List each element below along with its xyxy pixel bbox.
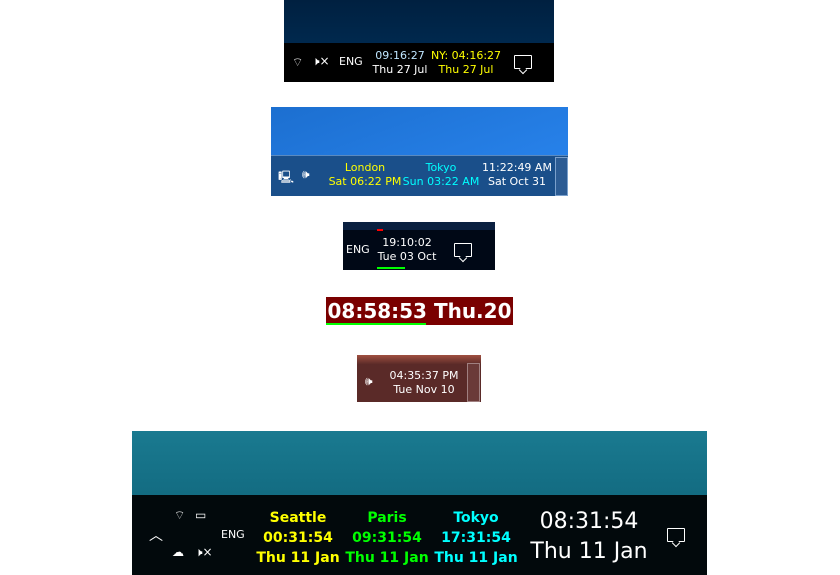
local-clock[interactable]: 08:31:54 Thu 11 Jan xyxy=(524,507,654,567)
ny-clock[interactable]: NY: 04:16:27 Thu 27 Jul xyxy=(430,49,502,77)
time: 09:31:54 xyxy=(352,530,422,546)
taskbar: ︿ ⌔ ▭ ☁ 🕨× ENG Seattle 00:31:54 Thu 11 J… xyxy=(132,495,707,575)
clock-preview-4: 08:58:53 Thu.20 xyxy=(326,297,513,325)
taskbar-preview-1: ⌔ 🕨× ENG 09:16:27 Thu 27 Jul NY: 04:16:2… xyxy=(284,0,554,82)
label: Tokyo xyxy=(425,161,457,174)
time: 09:16:27 xyxy=(375,49,425,62)
onedrive-cloud-icon[interactable]: ☁ xyxy=(172,545,184,559)
language-indicator[interactable]: ENG xyxy=(339,55,363,68)
clock-paris[interactable]: Paris 09:31:54 Thu 11 Jan xyxy=(339,508,435,568)
time: NY: 04:16:27 xyxy=(430,49,502,62)
clock[interactable]: 04:35:37 PM Tue Nov 10 xyxy=(387,369,461,397)
date: Thu 11 Jan xyxy=(434,550,518,566)
city: Seattle xyxy=(269,510,327,526)
time: 00:31:54 xyxy=(263,530,333,546)
date: Tue 03 Oct xyxy=(377,250,437,263)
local-clock[interactable]: 11:22:49 AM Sat Oct 31 xyxy=(479,161,555,189)
date: Thu 27 Jul xyxy=(372,63,428,76)
notification-icon[interactable] xyxy=(667,528,685,542)
taskbar: ⌔ 🕨× ENG 09:16:27 Thu 27 Jul NY: 04:16:2… xyxy=(284,43,554,82)
notification-icon[interactable] xyxy=(454,243,472,257)
london-clock[interactable]: London Sat 06:22 PM xyxy=(325,161,405,189)
date: Thu 11 Jan xyxy=(345,550,429,566)
volume-icon[interactable]: 🕪 xyxy=(302,167,310,182)
clock-seattle[interactable]: Seattle 00:31:54 Thu 11 Jan xyxy=(250,508,346,568)
taskbar-preview-3: ENG 19:10:02 Tue 03 Oct xyxy=(343,222,495,270)
volume-icon[interactable]: 🕪 xyxy=(365,374,373,389)
date: Tue Nov 10 xyxy=(393,383,455,396)
taskbar-preview-5: 🕪 04:35:37 PM Tue Nov 10 xyxy=(357,355,481,402)
window-strip xyxy=(343,222,495,230)
indicator-bar xyxy=(377,229,383,231)
notification-icon[interactable] xyxy=(514,55,532,69)
show-desktop-button[interactable] xyxy=(555,157,568,196)
progress-bar xyxy=(377,267,405,269)
chevron-up-icon[interactable]: ︿ xyxy=(149,525,163,545)
network-icon[interactable]: 🖳 xyxy=(278,168,294,189)
clock-tokyo[interactable]: Tokyo 17:31:54 Thu 11 Jan xyxy=(428,508,524,568)
date: Thu 11 Jan xyxy=(530,539,648,564)
time: 04:35:37 PM xyxy=(389,369,459,382)
taskbar-preview-6: ︿ ⌔ ▭ ☁ 🕨× ENG Seattle 00:31:54 Thu 11 J… xyxy=(132,431,707,575)
local-clock[interactable]: 09:16:27 Thu 27 Jul xyxy=(370,49,430,77)
wifi-icon[interactable]: ⌔ xyxy=(174,508,185,523)
progress-bar xyxy=(326,323,426,325)
clock[interactable]: 19:10:02 Tue 03 Oct xyxy=(376,236,438,264)
taskbar: 🖳 🕪 London Sat 06:22 PM Tokyo Sun 03:22 … xyxy=(271,155,568,196)
clock[interactable]: 08:58:53 Thu.20 xyxy=(326,299,513,323)
time: 17:31:54 xyxy=(441,530,511,546)
label: London xyxy=(344,161,386,174)
volume-muted-icon[interactable]: 🕨× xyxy=(312,54,330,69)
volume-muted-icon[interactable]: 🕨× xyxy=(195,545,213,560)
time: 11:22:49 AM xyxy=(482,161,552,174)
time: 19:10:02 xyxy=(382,236,432,249)
language-indicator[interactable]: ENG xyxy=(221,528,245,541)
date: Thu 11 Jan xyxy=(256,550,340,566)
show-desktop-button[interactable] xyxy=(467,363,480,402)
language-indicator[interactable]: ENG xyxy=(346,243,370,256)
city: Tokyo xyxy=(453,510,499,526)
date: Thu 27 Jul xyxy=(438,63,494,76)
time: Sun 03:22 AM xyxy=(402,175,480,188)
taskbar-preview-2: 🖳 🕪 London Sat 06:22 PM Tokyo Sun 03:22 … xyxy=(271,107,568,196)
city: Paris xyxy=(367,510,407,526)
date: Sat Oct 31 xyxy=(487,175,547,188)
wifi-icon[interactable]: ⌔ xyxy=(292,55,303,70)
time: 08:31:54 xyxy=(539,509,639,534)
time: Sat 06:22 PM xyxy=(328,175,402,188)
tokyo-clock[interactable]: Tokyo Sun 03:22 AM xyxy=(401,161,481,189)
battery-icon[interactable]: ▭ xyxy=(195,508,206,522)
